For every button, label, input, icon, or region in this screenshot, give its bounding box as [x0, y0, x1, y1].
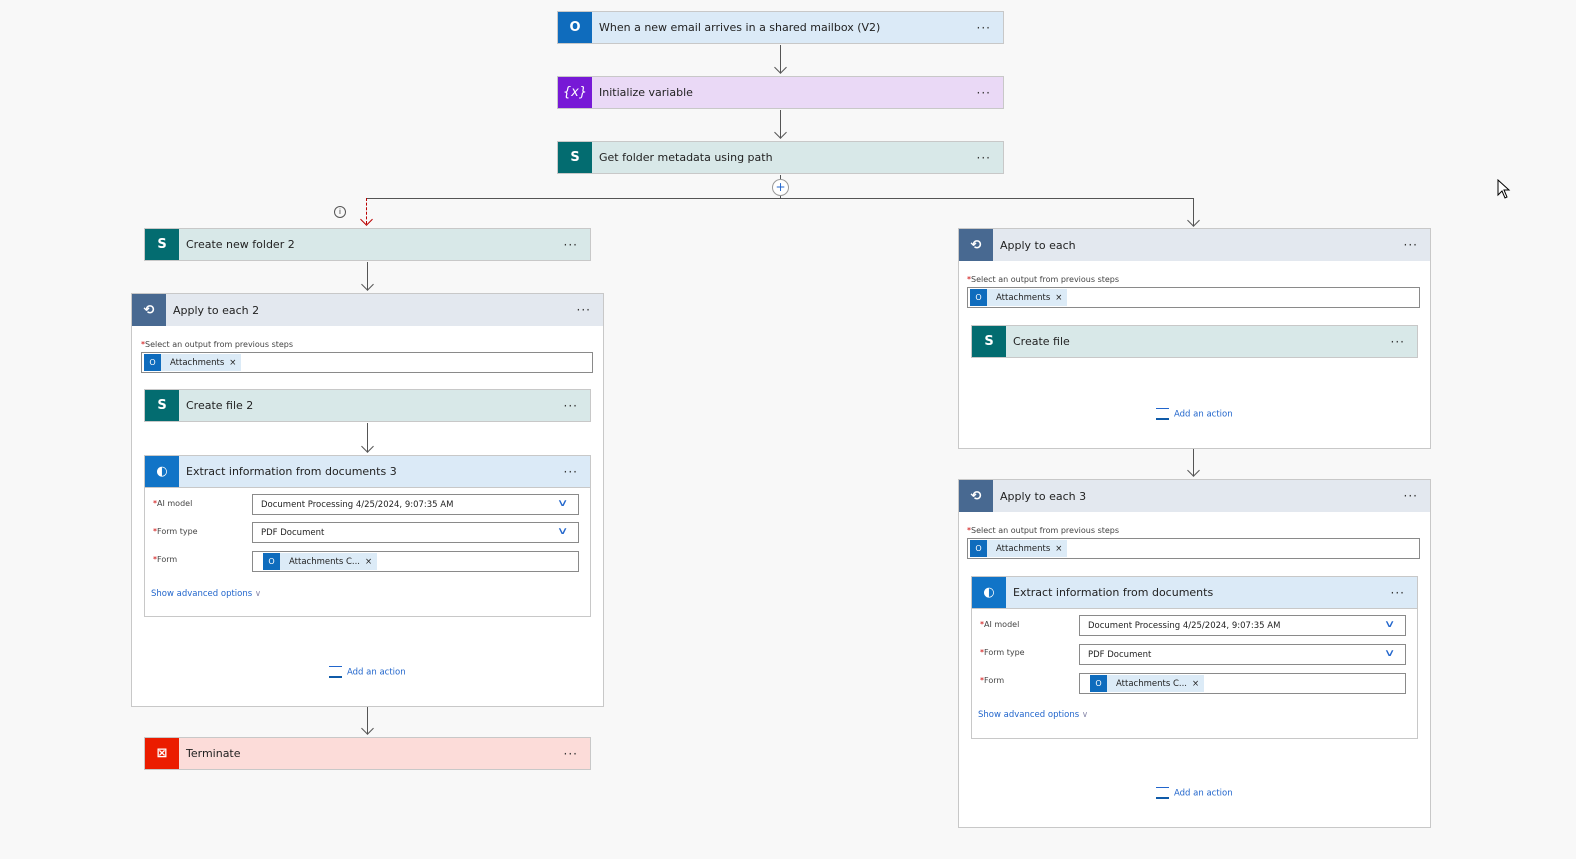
- more-options-button[interactable]: ···: [977, 86, 991, 100]
- form-type-select[interactable]: PDF Document ∨: [1079, 644, 1406, 665]
- more-options-button[interactable]: ···: [564, 238, 578, 252]
- form-input[interactable]: O Attachments C... ×: [252, 551, 579, 572]
- card-title: Get folder metadata using path: [599, 151, 773, 164]
- extract-3-header[interactable]: ◐ Extract information from documents 3 ·…: [144, 455, 591, 488]
- trigger-card[interactable]: O When a new email arrives in a shared m…: [557, 11, 1004, 44]
- chevron-down-icon: ∨: [556, 526, 569, 537]
- sharepoint-icon: S: [145, 229, 179, 260]
- more-options-button[interactable]: ···: [977, 21, 991, 35]
- chevron-down-icon: ∨: [1081, 710, 1089, 720]
- form-input[interactable]: O Attachments C... ×: [1079, 673, 1406, 694]
- select-output-label: *Select an output from previous steps: [967, 275, 1120, 284]
- card-title: Create new folder 2: [186, 238, 295, 251]
- add-action-icon: [1156, 408, 1169, 420]
- mouse-cursor-icon: [1497, 179, 1511, 199]
- more-options-button[interactable]: ···: [564, 465, 578, 479]
- create-file-card[interactable]: S Create file ···: [971, 325, 1418, 358]
- outlook-icon: O: [263, 553, 280, 570]
- form-type-label: *Form type: [153, 527, 198, 536]
- variable-icon: {x}: [558, 77, 592, 108]
- remove-token-icon[interactable]: ×: [365, 557, 372, 567]
- attachments-token: O Attachments C... ×: [1090, 675, 1205, 692]
- add-an-action-button[interactable]: Add an action: [1156, 787, 1233, 799]
- sharepoint-icon: S: [145, 390, 179, 421]
- card-title: Apply to each 2: [173, 303, 260, 317]
- ai-model-label: *AI model: [153, 499, 193, 508]
- select-output-input[interactable]: O Attachments ×: [967, 287, 1420, 308]
- loop-icon: ⟲: [959, 480, 993, 512]
- form-type-select[interactable]: PDF Document ∨: [252, 522, 579, 543]
- apply-to-each-2-header[interactable]: ⟲ Apply to each 2 ···: [131, 293, 604, 326]
- create-folder-card[interactable]: S Create new folder 2 ···: [144, 228, 591, 261]
- loop-icon: ⟲: [132, 294, 166, 326]
- sharepoint-icon: S: [972, 326, 1006, 357]
- form-type-label: *Form type: [980, 648, 1025, 657]
- card-title: Extract information from documents: [1013, 586, 1214, 599]
- more-options-button[interactable]: ···: [977, 151, 991, 165]
- outlook-icon: O: [144, 354, 161, 371]
- more-options-button[interactable]: ···: [564, 399, 578, 413]
- initialize-variable-card[interactable]: {x} Initialize variable ···: [557, 76, 1004, 109]
- card-title: Initialize variable: [599, 86, 693, 99]
- terminate-card[interactable]: ⊠ Terminate ···: [144, 737, 591, 770]
- outlook-icon: O: [970, 540, 987, 557]
- ai-brain-icon: ◐: [145, 456, 179, 487]
- ai-model-label: *AI model: [980, 620, 1020, 629]
- add-action-icon: [329, 666, 342, 678]
- select-output-label: *Select an output from previous steps: [967, 526, 1120, 535]
- add-an-action-button[interactable]: Add an action: [1156, 408, 1233, 420]
- attachments-token: O Attachments ×: [970, 540, 1068, 557]
- add-action-icon: [1156, 787, 1169, 799]
- card-title: Create file 2: [186, 399, 254, 412]
- create-file-2-card[interactable]: S Create file 2 ···: [144, 389, 591, 422]
- outlook-icon: O: [558, 12, 592, 43]
- attachments-token: O Attachments C... ×: [263, 553, 378, 570]
- card-title: When a new email arrives in a shared mai…: [599, 21, 881, 34]
- show-advanced-options-link[interactable]: Show advanced options ∨: [978, 710, 1088, 720]
- select-output-input[interactable]: O Attachments ×: [967, 538, 1420, 559]
- select-output-input[interactable]: O Attachments ×: [141, 352, 593, 373]
- remove-token-icon[interactable]: ×: [229, 358, 236, 368]
- insert-step-button[interactable]: +: [772, 179, 789, 196]
- card-title: Extract information from documents 3: [186, 465, 397, 478]
- more-options-button[interactable]: ···: [564, 747, 578, 761]
- apply-to-each-header[interactable]: ⟲ Apply to each ···: [958, 228, 1431, 261]
- add-an-action-button[interactable]: Add an action: [329, 666, 406, 678]
- attachments-token: O Attachments ×: [144, 354, 242, 371]
- info-icon[interactable]: i: [334, 206, 346, 218]
- loop-icon: ⟲: [959, 229, 993, 261]
- outlook-icon: O: [1090, 675, 1107, 692]
- form-label: *Form: [153, 555, 178, 564]
- show-advanced-options-link[interactable]: Show advanced options ∨: [151, 589, 261, 599]
- more-options-button[interactable]: ···: [577, 303, 591, 317]
- chevron-down-icon: ∨: [556, 498, 569, 509]
- card-title: Terminate: [186, 747, 241, 760]
- more-options-button[interactable]: ···: [1404, 238, 1418, 252]
- outlook-icon: O: [970, 289, 987, 306]
- terminate-icon: ⊠: [145, 738, 179, 769]
- card-title: Create file: [1013, 335, 1070, 348]
- sharepoint-icon: S: [558, 142, 592, 173]
- ai-brain-icon: ◐: [972, 577, 1006, 608]
- get-folder-card[interactable]: S Get folder metadata using path ···: [557, 141, 1004, 174]
- remove-token-icon[interactable]: ×: [1055, 544, 1062, 554]
- card-title: Apply to each 3: [1000, 489, 1087, 503]
- chevron-down-icon: ∨: [1383, 648, 1396, 659]
- extract-header[interactable]: ◐ Extract information from documents ···: [971, 576, 1418, 609]
- form-label: *Form: [980, 676, 1005, 685]
- ai-model-select[interactable]: Document Processing 4/25/2024, 9:07:35 A…: [252, 494, 579, 515]
- card-title: Apply to each: [1000, 238, 1076, 252]
- chevron-down-icon: ∨: [1383, 619, 1396, 630]
- ai-model-select[interactable]: Document Processing 4/25/2024, 9:07:35 A…: [1079, 615, 1406, 636]
- attachments-token: O Attachments ×: [970, 289, 1068, 306]
- select-output-label: *Select an output from previous steps: [141, 340, 294, 349]
- chevron-down-icon: ∨: [254, 589, 262, 599]
- more-options-button[interactable]: ···: [1391, 335, 1405, 349]
- more-options-button[interactable]: ···: [1391, 586, 1405, 600]
- apply-to-each-3-header[interactable]: ⟲ Apply to each 3 ···: [958, 479, 1431, 512]
- more-options-button[interactable]: ···: [1404, 489, 1418, 503]
- remove-token-icon[interactable]: ×: [1192, 679, 1199, 689]
- remove-token-icon[interactable]: ×: [1055, 293, 1062, 303]
